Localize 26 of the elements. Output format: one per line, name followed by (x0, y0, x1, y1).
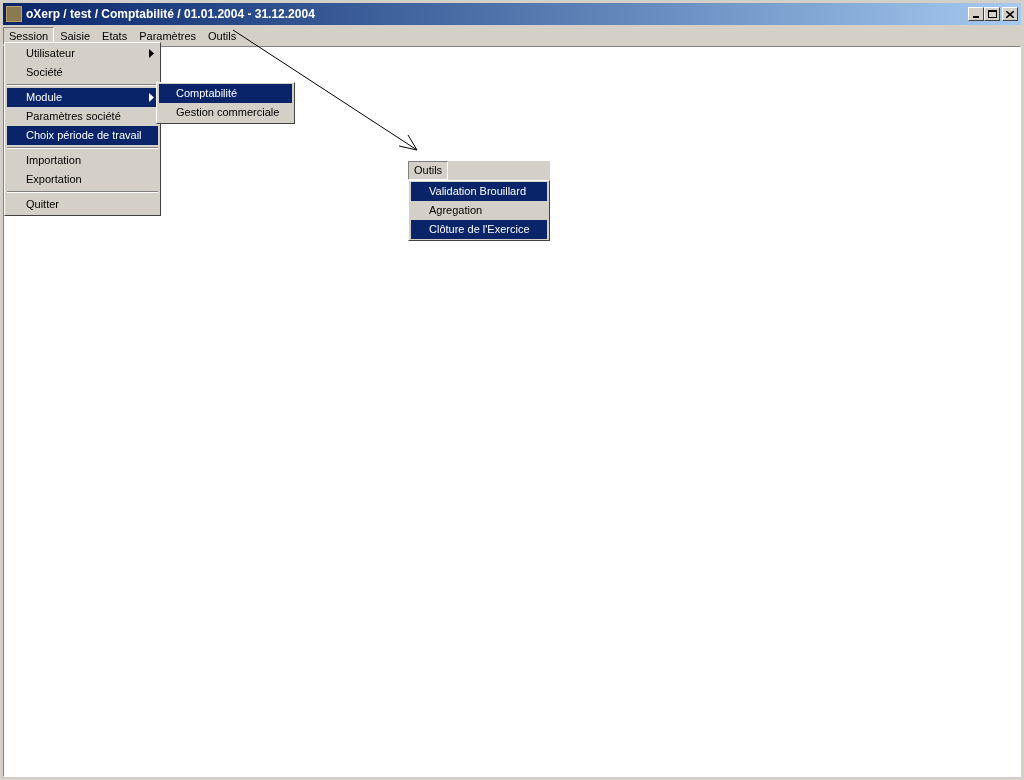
menu-item[interactable]: Gestion commerciale (159, 103, 292, 122)
menu-item[interactable]: Validation Brouillard (411, 182, 547, 201)
menu-item[interactable]: Quitter (7, 195, 158, 214)
menu-item[interactable]: Choix période de travail (7, 126, 158, 145)
window-title: oXerp / test / Comptabilité / 01.01.2004 - 31.12.2004 (26, 6, 315, 23)
menu-item[interactable]: Comptabilité (159, 84, 292, 103)
menu-item[interactable]: Module (7, 88, 158, 107)
menu-item[interactable]: Utilisateur (7, 44, 158, 63)
menu-item[interactable]: Exportation (7, 170, 158, 189)
menu-bar-item[interactable]: Saisie (54, 27, 97, 45)
maximize-button[interactable] (984, 7, 1000, 21)
app-icon (6, 6, 22, 22)
menu-bar-item[interactable]: Outils (202, 27, 243, 45)
minimize-button[interactable] (968, 7, 984, 21)
menu-item[interactable]: Importation (7, 151, 158, 170)
menu-item[interactable]: Agregation (411, 201, 547, 220)
maximize-icon (987, 10, 997, 18)
menu-item[interactable]: Société (7, 63, 158, 82)
menu-bar-item[interactable]: Outils (408, 161, 449, 180)
menu-bar-item[interactable]: Etats (96, 27, 134, 45)
close-button[interactable] (1002, 7, 1018, 21)
menu-bar-item[interactable]: Paramètres (133, 27, 203, 45)
minimize-icon (973, 16, 979, 18)
close-icon (1006, 10, 1014, 18)
menu-item[interactable]: Clôture de l'Exercice (411, 220, 547, 239)
menu-item[interactable]: Paramètres société (7, 107, 158, 126)
